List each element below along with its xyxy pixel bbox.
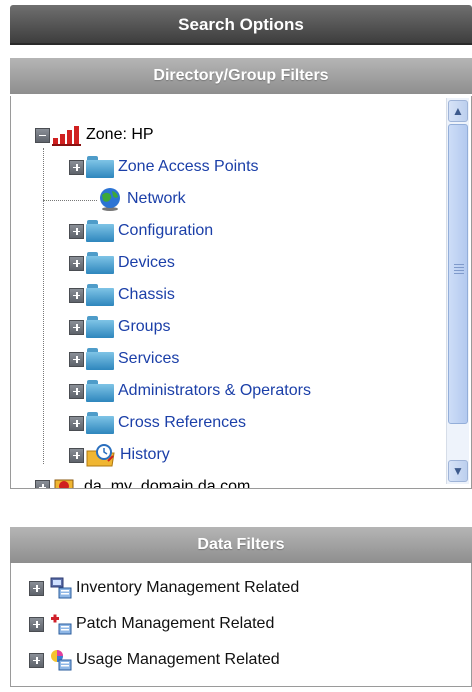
expand-icon[interactable] [69, 383, 84, 399]
data-filter-label: Inventory Management Related [76, 579, 300, 596]
usage-icon [51, 650, 72, 671]
tree-node-label: Cross References [118, 414, 247, 431]
expand-icon[interactable] [69, 159, 84, 175]
data-filters-header: Data Filters [10, 527, 472, 563]
tree-scrollbar[interactable]: ▲ ▼ [446, 98, 469, 484]
expand-icon[interactable] [29, 580, 44, 596]
folder-icon [86, 252, 114, 274]
data-filter-label: Patch Management Related [76, 615, 275, 632]
tree-node-chassis[interactable]: Chassis [69, 282, 175, 308]
tree-node-zone-access-points[interactable]: Zone Access Points [69, 154, 259, 180]
folder-icon [86, 412, 114, 434]
expand-icon[interactable] [69, 319, 84, 335]
inventory-icon [50, 577, 72, 599]
scroll-down-button[interactable]: ▼ [448, 460, 468, 482]
tree-node-label: Services [118, 350, 180, 367]
data-filter-patch[interactable]: Patch Management Related [29, 611, 274, 637]
tree-node-label: da_my_domain da.com [84, 478, 251, 489]
tree-node-groups[interactable]: Groups [69, 314, 170, 340]
expand-icon[interactable] [35, 479, 50, 488]
expand-icon[interactable] [29, 652, 44, 668]
data-filter-inventory[interactable]: Inventory Management Related [29, 575, 299, 601]
folder-icon [86, 348, 114, 370]
tree-node-domain[interactable]: da_my_domain da.com [35, 474, 251, 489]
tree-connector [43, 200, 97, 201]
tree-node-network[interactable]: Network [97, 186, 186, 212]
tree-node-label: Groups [118, 318, 171, 335]
tree-node-label: History [120, 446, 170, 463]
directory-group-filters-header: Directory/Group Filters [10, 58, 472, 94]
tree-node-label: Configuration [118, 222, 214, 239]
tree-node-configuration[interactable]: Configuration [69, 218, 213, 244]
patch-icon [51, 614, 72, 635]
expand-icon[interactable] [69, 223, 84, 239]
directory-tree: Zone: HP Zone Access Points Network Conf… [10, 96, 472, 489]
folder-icon [86, 220, 114, 242]
expand-icon[interactable] [29, 616, 44, 632]
data-filter-usage[interactable]: Usage Management Related [29, 647, 280, 673]
search-options-header: Search Options [10, 5, 472, 45]
tree-node-cross-references[interactable]: Cross References [69, 410, 246, 436]
expand-icon[interactable] [69, 255, 84, 271]
tree-node-services[interactable]: Services [69, 346, 179, 372]
tree-node-label: Chassis [118, 286, 175, 303]
history-icon [86, 444, 115, 467]
tree-node-administrators-operators[interactable]: Administrators & Operators [69, 378, 311, 404]
folder-icon [86, 316, 114, 338]
tree-node-devices[interactable]: Devices [69, 250, 175, 276]
tree-node-zone-hp[interactable]: Zone: HP [35, 122, 154, 148]
expand-icon[interactable] [69, 447, 84, 463]
folder-icon [86, 284, 114, 306]
folder-icon [86, 380, 114, 402]
tree-node-label: Zone Access Points [118, 158, 259, 175]
zone-icon [52, 126, 81, 146]
globe-icon [100, 188, 120, 211]
tree-node-label: Devices [118, 254, 175, 271]
tree-node-label: Network [127, 190, 186, 207]
data-filters-list: Inventory Management Related Patch Manag… [10, 563, 472, 687]
tree-node-history[interactable]: History [69, 442, 170, 468]
expand-icon[interactable] [69, 351, 84, 367]
data-filter-label: Usage Management Related [76, 651, 280, 668]
folder-icon [86, 156, 114, 178]
expand-icon[interactable] [69, 415, 84, 431]
tree-node-label: Zone: HP [86, 126, 154, 143]
domain-icon [54, 479, 74, 488]
expand-icon[interactable] [69, 287, 84, 303]
collapse-icon[interactable] [35, 127, 50, 143]
tree-node-label: Administrators & Operators [118, 382, 311, 399]
tree-connector [43, 148, 44, 464]
scroll-thumb[interactable] [448, 124, 468, 424]
scroll-up-button[interactable]: ▲ [448, 100, 468, 122]
